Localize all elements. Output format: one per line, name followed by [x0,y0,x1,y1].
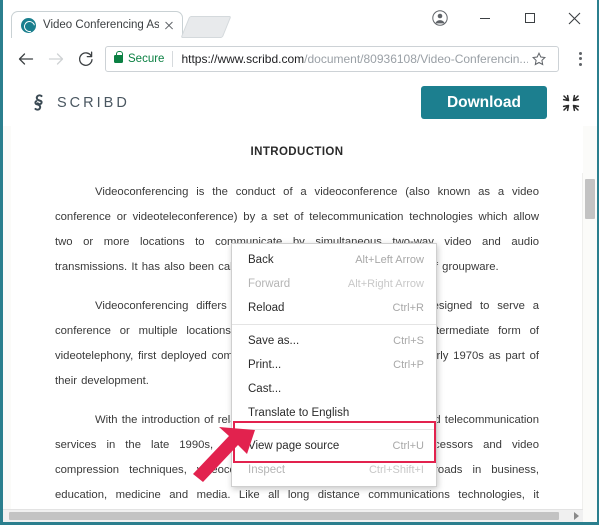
annotation-highlight-box [233,421,436,463]
menu-item-shortcut: Alt+Right Arrow [347,278,424,290]
header-actions: Download [420,79,583,126]
annotation-arrow-icon [193,427,255,482]
download-button[interactable]: Download [420,85,547,120]
menu-dot [578,57,582,60]
profile-avatar-icon[interactable] [417,0,462,36]
menu-item-shortcut: Ctrl+Shift+I [368,464,424,476]
browser-tab[interactable]: Video Conferencing Ass: [11,11,183,38]
document-heading: INTRODUCTION [250,146,344,158]
menu-item-shortcut: Alt+Left Arrow [355,254,424,266]
window-controls [417,0,597,36]
url-path: /document/80936108/Video-Conferencin... [304,51,528,66]
title-bar: Video Conferencing Ass: [3,0,597,38]
close-tab-icon[interactable] [161,17,177,33]
menu-item-label: Cast... [248,383,282,395]
menu-item-label: Translate to English [248,407,350,419]
vertical-scrollbar[interactable] [582,173,597,522]
omnibox-divider [172,50,174,67]
tab-title: Video Conferencing Ass: [43,19,159,31]
context-menu-item-cast[interactable]: Cast... [232,377,436,401]
horizontal-scrollbar[interactable] [3,509,583,522]
context-menu-item-save-as[interactable]: Save as... Ctrl+S [232,329,436,353]
menu-item-shortcut: Ctrl+S [393,335,424,347]
context-menu-item-print[interactable]: Print... Ctrl+P [232,353,436,377]
bookmark-star-icon[interactable] [528,51,550,66]
menu-item-label: Save as... [248,335,300,347]
forward-button [41,44,71,74]
menu-dot [578,62,582,66]
security-status: Secure [128,52,165,65]
horizontal-scroll-thumb[interactable] [9,512,559,520]
menu-dot [578,51,582,55]
context-menu-separator [232,324,436,325]
menu-item-shortcut: Ctrl+R [392,302,424,314]
exit-fullscreen-icon[interactable] [559,91,583,115]
back-button[interactable] [11,44,41,74]
menu-item-label: Reload [248,302,285,314]
address-bar[interactable]: Secure https://www.scribd.com/document/8… [105,45,559,72]
menu-item-label: Forward [248,278,291,290]
scribd-header: SCRIBD Download [3,79,597,127]
menu-item-shortcut: Ctrl+P [393,359,424,371]
reload-button[interactable] [71,44,101,74]
url-domain: https://www.scribd.com [181,51,305,66]
vertical-scroll-thumb[interactable] [585,179,595,219]
scribd-wordmark: SCRIBD [57,94,130,111]
maximize-button[interactable] [507,0,552,36]
close-button[interactable] [552,0,597,36]
context-menu-item-reload[interactable]: Reload Ctrl+R [232,296,436,320]
scroll-right-arrow-icon[interactable] [574,512,579,520]
minimize-button[interactable] [462,0,507,36]
lock-icon [114,51,123,63]
context-menu-item-forward: Forward Alt+Right Arrow [232,272,436,296]
context-menu-item-back[interactable]: Back Alt+Left Arrow [232,248,436,272]
scribd-logo-icon [34,94,43,111]
url-text: https://www.scribd.com/document/80936108… [181,52,528,66]
chrome-menu-button[interactable] [567,44,593,74]
new-tab-button[interactable] [180,16,232,38]
tab-strip: Video Conferencing Ass: [11,11,232,38]
menu-item-label: Print... [248,359,282,371]
menu-item-label: Back [248,254,274,266]
scribd-favicon-icon [21,17,36,33]
browser-toolbar: Secure https://www.scribd.com/document/8… [3,38,597,79]
browser-window: Video Conferencing Ass: Secure https://w… [0,0,599,525]
scribd-logo[interactable]: SCRIBD [29,93,130,112]
